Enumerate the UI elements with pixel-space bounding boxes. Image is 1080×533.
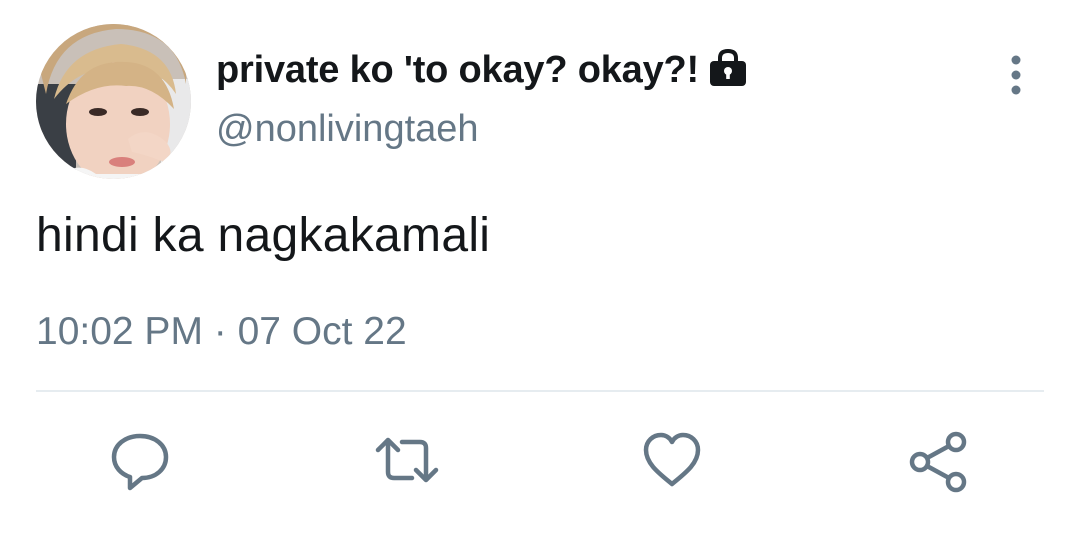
more-options-button[interactable]: [996, 52, 1036, 98]
display-name-row: private ko 'to okay? okay?!: [216, 44, 749, 96]
tweet-timestamp[interactable]: 10:02 PM · 07 Oct 22: [36, 310, 407, 354]
user-handle[interactable]: @nonlivingtaeh: [216, 108, 479, 151]
display-name[interactable]: private ko 'to okay? okay?!: [216, 49, 699, 92]
divider: [36, 390, 1044, 392]
like-button[interactable]: [640, 428, 704, 494]
avatar[interactable]: [36, 24, 191, 179]
more-vertical-icon: [1011, 55, 1021, 95]
retweet-button[interactable]: [372, 428, 439, 494]
heart-icon: [643, 432, 701, 487]
retweet-icon: [375, 437, 439, 483]
reply-button[interactable]: [108, 428, 172, 494]
share-button[interactable]: [906, 428, 970, 494]
lock-icon: [707, 48, 749, 88]
avatar-image: [36, 24, 191, 179]
comment-icon: [111, 433, 169, 491]
tweet-text: hindi ka nagkakamali: [36, 209, 491, 262]
share-icon: [909, 431, 967, 493]
